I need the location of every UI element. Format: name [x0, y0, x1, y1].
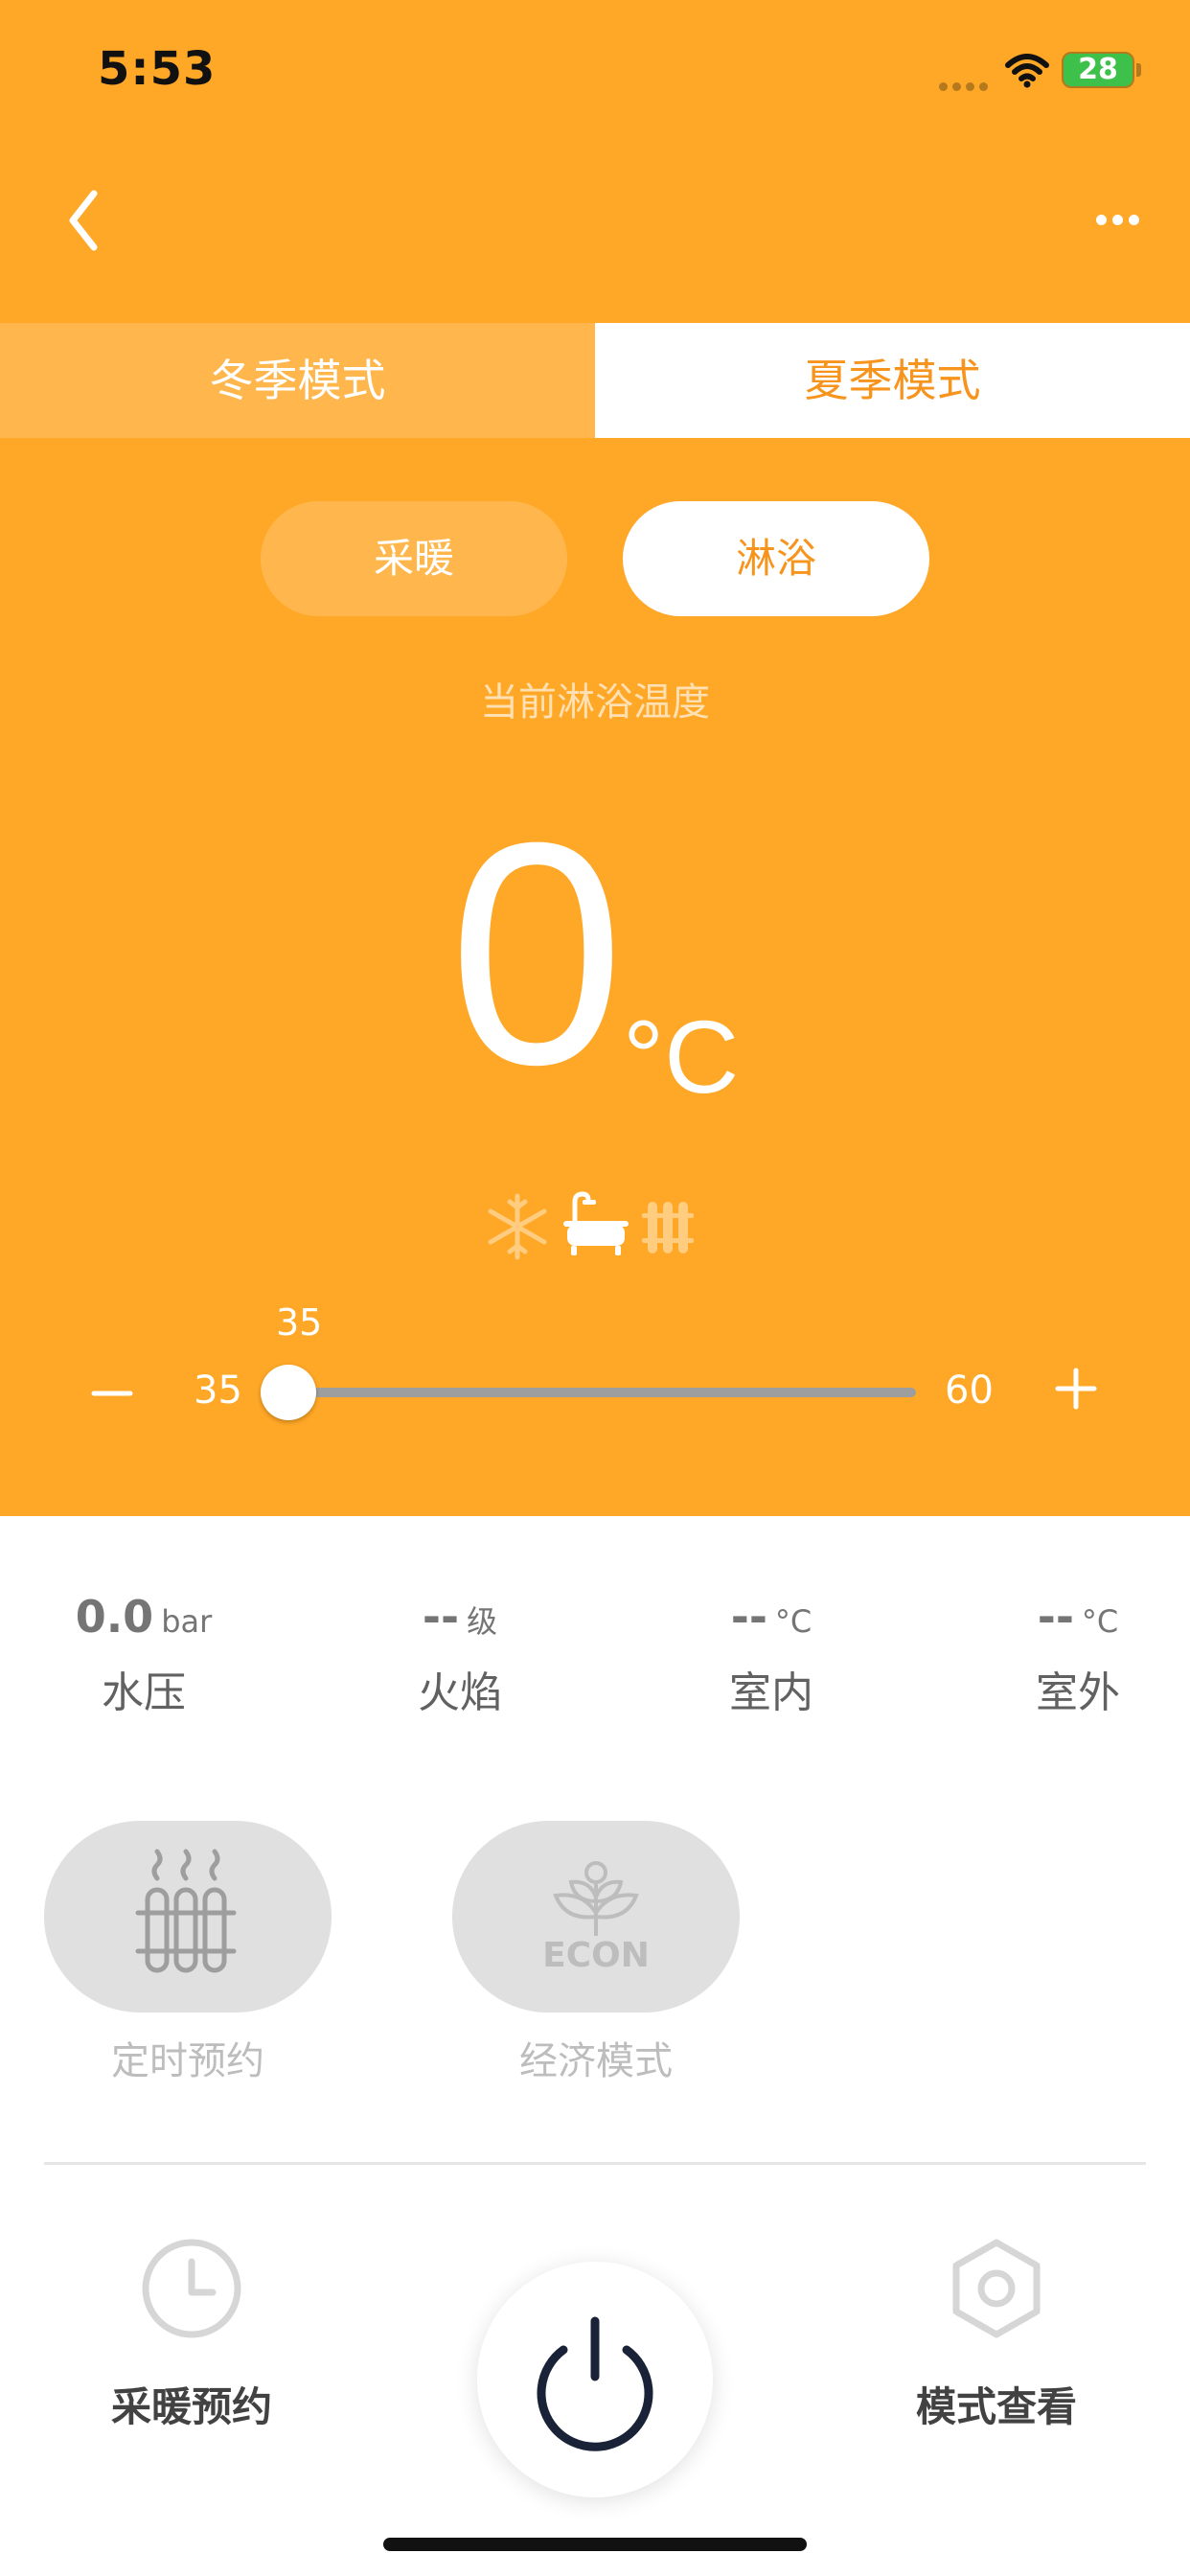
timer-schedule-label: 定时预约	[111, 2039, 264, 2083]
heating-mode-button[interactable]: 采暖	[261, 501, 567, 616]
heating-schedule-label[interactable]: 采暖预约	[48, 2375, 335, 2433]
status-time: 5:53	[98, 42, 217, 96]
econ-icon: ECON	[542, 1861, 650, 1975]
tab-winter-mode[interactable]: 冬季模式	[0, 323, 595, 438]
power-button[interactable]	[477, 2262, 713, 2497]
temperature-caption: 当前淋浴温度	[480, 680, 710, 724]
mode-status-icons	[488, 1191, 694, 1260]
timer-schedule-button[interactable]	[44, 1821, 332, 2012]
slider-min-label: 35	[194, 1368, 242, 1413]
hexagon-nut-icon[interactable]	[949, 2237, 1044, 2340]
radiator-heat-icon	[135, 1849, 237, 1973]
plus-icon[interactable]	[1052, 1365, 1100, 1413]
stat-flame-level: -- 级 火焰	[364, 1591, 556, 1735]
radiator-icon	[642, 1202, 694, 1254]
stat-label: 水压	[102, 1668, 186, 1717]
economy-mode-label: 经济模式	[519, 2039, 673, 2083]
power-icon	[537, 2316, 653, 2451]
econ-icon-text: ECON	[542, 1936, 650, 1975]
clock-icon[interactable]	[140, 2237, 243, 2340]
stat-label: 火焰	[418, 1668, 502, 1717]
cellular-signal-icon	[939, 77, 993, 91]
snowflake-icon	[488, 1193, 547, 1260]
temperature-slider-track[interactable]	[287, 1388, 916, 1397]
stat-indoor-temp: -- °C 室内	[671, 1591, 872, 1735]
temperature-unit: °C	[623, 999, 740, 1115]
economy-mode-button[interactable]: ECON	[452, 1821, 740, 2012]
section-divider	[44, 2162, 1146, 2165]
stat-water-pressure: 0.0 bar 水压	[38, 1591, 249, 1735]
stat-label: 室内	[729, 1668, 813, 1717]
chevron-left-icon[interactable]	[61, 186, 107, 255]
wifi-icon	[1005, 54, 1049, 88]
stat-value: --	[730, 1591, 767, 1643]
more-dots-icon[interactable]	[1096, 211, 1146, 225]
minus-icon[interactable]	[88, 1359, 136, 1426]
slider-max-label: 60	[945, 1368, 994, 1413]
header-panel	[0, 0, 1190, 1516]
battery-cap	[1136, 63, 1141, 77]
bathtub-icon	[563, 1191, 629, 1255]
stat-unit: °C	[774, 1603, 812, 1640]
stat-outdoor-temp: -- °C 室外	[977, 1591, 1179, 1735]
slider-value-bubble: 35	[276, 1301, 323, 1344]
battery-indicator: 28	[1062, 52, 1134, 88]
stat-unit: bar	[161, 1603, 213, 1640]
stat-unit: 级	[467, 1603, 498, 1640]
home-indicator	[383, 2538, 807, 2551]
stat-value: --	[1037, 1591, 1074, 1643]
tab-summer-mode[interactable]: 夏季模式	[595, 323, 1190, 438]
stat-value: --	[422, 1591, 460, 1643]
mode-view-label[interactable]: 模式查看	[853, 2375, 1140, 2433]
temperature-value: 0	[448, 776, 625, 1130]
stat-unit: °C	[1081, 1603, 1119, 1640]
stat-label: 室外	[1036, 1668, 1120, 1717]
temperature-slider-thumb[interactable]	[261, 1365, 316, 1420]
shower-mode-button[interactable]: 淋浴	[623, 501, 929, 616]
stat-value: 0.0	[75, 1591, 154, 1643]
